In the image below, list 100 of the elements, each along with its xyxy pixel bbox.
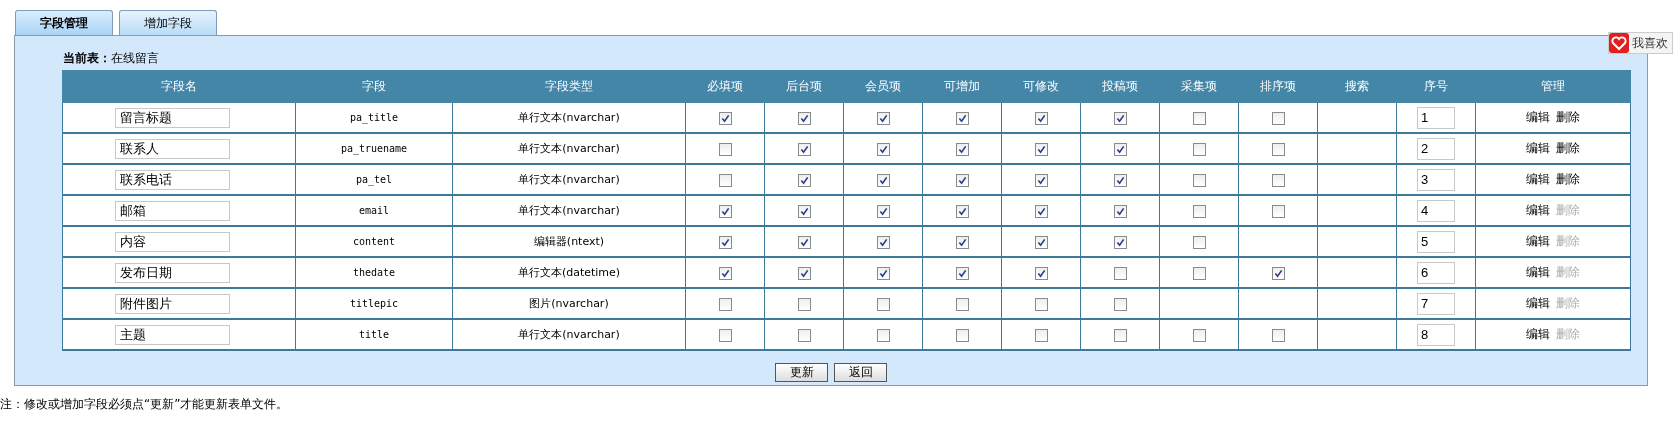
checkbox[interactable]	[797, 111, 811, 125]
edit-link[interactable]: 编辑	[1526, 172, 1550, 186]
checkbox[interactable]	[1192, 235, 1206, 249]
checkbox[interactable]	[1034, 111, 1048, 125]
field-name-input[interactable]: 附件图片	[115, 293, 230, 314]
form-button[interactable]: 返回	[834, 363, 887, 382]
checkbox[interactable]	[718, 173, 732, 187]
checkbox[interactable]	[955, 297, 969, 311]
checkbox[interactable]	[1034, 328, 1048, 342]
like-button[interactable]: 我喜欢	[1608, 32, 1673, 54]
order-input[interactable]: 1	[1417, 106, 1455, 129]
edit-link[interactable]: 编辑	[1526, 265, 1550, 279]
checkbox[interactable]	[797, 266, 811, 280]
checkbox[interactable]	[876, 328, 890, 342]
delete-link[interactable]: 删除	[1556, 172, 1580, 186]
checkbox[interactable]	[797, 235, 811, 249]
checkbox[interactable]	[955, 111, 969, 125]
field-name-input[interactable]: 发布日期	[115, 262, 230, 283]
checkbox[interactable]	[1192, 173, 1206, 187]
checkbox[interactable]	[1192, 111, 1206, 125]
checkbox[interactable]	[1271, 328, 1285, 342]
checkbox[interactable]	[1271, 266, 1285, 280]
current-table-name: 在线留言	[111, 49, 159, 67]
checkbox[interactable]	[1271, 142, 1285, 156]
checkbox[interactable]	[1271, 204, 1285, 218]
edit-link[interactable]: 编辑	[1526, 296, 1550, 310]
edit-link[interactable]: 编辑	[1526, 234, 1550, 248]
checkbox[interactable]	[1113, 142, 1127, 156]
checkbox[interactable]	[797, 142, 811, 156]
field-name-input[interactable]: 留言标题	[115, 107, 230, 128]
delete-link[interactable]: 删除	[1556, 110, 1580, 124]
table-cell: 单行文本(datetime)	[452, 257, 686, 288]
checkbox[interactable]	[1113, 235, 1127, 249]
current-table-label: 当前表：	[63, 49, 111, 67]
checkbox[interactable]	[1113, 328, 1127, 342]
tab[interactable]: 字段管理	[15, 10, 113, 35]
column-header: 管理	[1475, 70, 1631, 103]
checkbox[interactable]	[876, 235, 890, 249]
column-header: 必填项	[685, 70, 765, 103]
checkbox[interactable]	[876, 142, 890, 156]
edit-link[interactable]: 编辑	[1526, 110, 1550, 124]
field-name-input[interactable]: 联系电话	[115, 169, 230, 190]
tab[interactable]: 增加字段	[119, 10, 217, 35]
checkbox[interactable]	[1034, 235, 1048, 249]
checkbox[interactable]	[1034, 204, 1048, 218]
checkbox[interactable]	[718, 328, 732, 342]
delete-link[interactable]: 删除	[1556, 141, 1580, 155]
order-input[interactable]: 7	[1417, 292, 1455, 315]
checkbox[interactable]	[876, 173, 890, 187]
checkbox[interactable]	[1113, 266, 1127, 280]
checkbox[interactable]	[955, 173, 969, 187]
checkbox[interactable]	[1034, 266, 1048, 280]
edit-link[interactable]: 编辑	[1526, 327, 1550, 341]
checkbox[interactable]	[955, 235, 969, 249]
checkbox[interactable]	[718, 142, 732, 156]
checkbox[interactable]	[718, 297, 732, 311]
checkbox[interactable]	[1192, 328, 1206, 342]
field-name-input[interactable]: 内容	[115, 231, 230, 252]
form-button[interactable]: 更新	[775, 363, 828, 382]
edit-link[interactable]: 编辑	[1526, 203, 1550, 217]
checkbox[interactable]	[718, 204, 732, 218]
checkbox[interactable]	[797, 297, 811, 311]
checkbox[interactable]	[955, 204, 969, 218]
checkbox[interactable]	[797, 328, 811, 342]
order-input[interactable]: 2	[1417, 137, 1455, 160]
field-name-input[interactable]: 邮箱	[115, 200, 230, 221]
checkbox[interactable]	[955, 142, 969, 156]
order-input[interactable]: 8	[1417, 323, 1455, 346]
checkbox[interactable]	[1192, 142, 1206, 156]
checkbox[interactable]	[1034, 297, 1048, 311]
order-input[interactable]: 5	[1417, 230, 1455, 253]
field-name-input[interactable]: 主题	[115, 324, 230, 345]
checkbox[interactable]	[1113, 111, 1127, 125]
checkbox[interactable]	[876, 111, 890, 125]
checkbox[interactable]	[1192, 266, 1206, 280]
note-text: 注：修改或增加字段必须点“更新”才能更新表单文件。	[0, 396, 290, 413]
checkbox[interactable]	[876, 266, 890, 280]
column-header: 搜索	[1317, 70, 1397, 103]
checkbox[interactable]	[1034, 173, 1048, 187]
checkbox[interactable]	[1271, 111, 1285, 125]
order-input[interactable]: 4	[1417, 199, 1455, 222]
field-name-input[interactable]: 联系人	[115, 138, 230, 159]
checkbox[interactable]	[1113, 297, 1127, 311]
order-input[interactable]: 3	[1417, 168, 1455, 191]
order-input[interactable]: 6	[1417, 261, 1455, 284]
edit-link[interactable]: 编辑	[1526, 141, 1550, 155]
checkbox[interactable]	[1271, 173, 1285, 187]
checkbox[interactable]	[955, 328, 969, 342]
checkbox[interactable]	[1192, 204, 1206, 218]
checkbox[interactable]	[1034, 142, 1048, 156]
checkbox[interactable]	[797, 204, 811, 218]
checkbox[interactable]	[955, 266, 969, 280]
checkbox[interactable]	[797, 173, 811, 187]
checkbox[interactable]	[718, 235, 732, 249]
checkbox[interactable]	[718, 111, 732, 125]
checkbox[interactable]	[876, 297, 890, 311]
checkbox[interactable]	[1113, 173, 1127, 187]
checkbox[interactable]	[718, 266, 732, 280]
checkbox[interactable]	[876, 204, 890, 218]
checkbox[interactable]	[1113, 204, 1127, 218]
